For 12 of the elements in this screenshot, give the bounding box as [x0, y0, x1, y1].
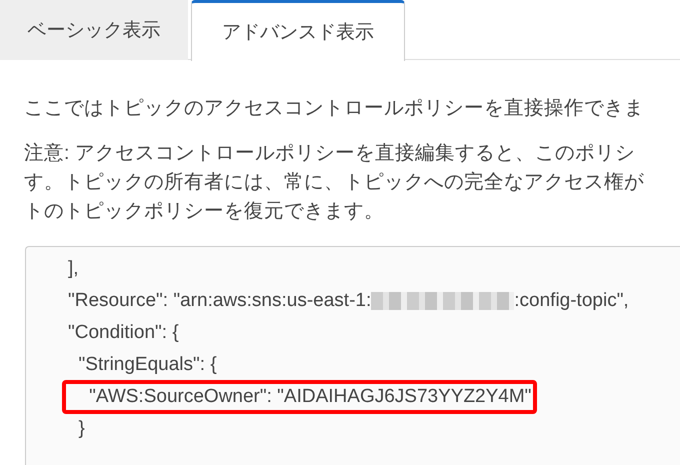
tab[interactable]: アドバンスド表示 — [191, 0, 405, 61]
note-text: トのトピックポリシーを復元できます。 — [24, 199, 385, 224]
intro-text: ここではトピックのアクセスコントロールポリシーを直接操作できま — [24, 96, 645, 121]
tab[interactable]: ベーシック表示 — [0, 0, 188, 60]
code-line: } — [78, 417, 86, 441]
code-line: ], — [68, 257, 80, 281]
policy-editor[interactable]: ], "Resource": "arn:aws:sns:us-east-1: :config-topic", "Condition": { "StringEquals": { "AWS:SourceOwner": "AIDAIHAGJ6JS73YYZ2Y4M" } — [25, 246, 680, 465]
note-text: 注意: アクセスコントロールポリシーを直接編集すると、このポリシ — [24, 141, 636, 166]
code-line: "Resource": "arn:aws:sns:us-east-1: :config-topic", — [68, 289, 630, 313]
code-line: "StringEquals": { — [78, 353, 218, 377]
note-text: す。トピックの所有者には、常に、トピックへの完全なアクセス権が — [24, 170, 645, 195]
code-line: "Condition": { — [68, 321, 180, 345]
